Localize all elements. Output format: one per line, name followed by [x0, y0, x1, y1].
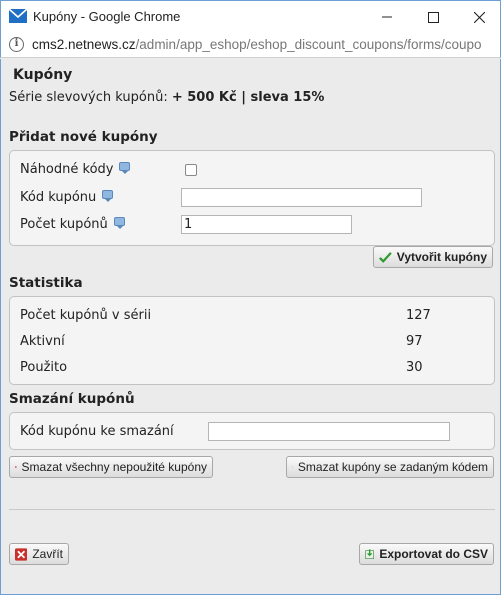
coupon-code-row: Kód kupónu: [20, 190, 114, 205]
stats-heading: Statistika: [9, 275, 83, 291]
stat-label: Použito: [20, 360, 68, 375]
footer-divider: [9, 509, 495, 510]
close-icon: [473, 11, 485, 23]
delete-by-code-button[interactable]: Smazat kupóny se zadaným kódem: [286, 456, 494, 478]
url-path: /admin/app_eshop/eshop_discount_coupons/…: [135, 37, 482, 52]
stats-panel: Počet kupónů v sérii 127 Aktivní 97 Použ…: [9, 296, 495, 385]
add-coupons-heading: Přidat nové kupóny: [9, 129, 158, 145]
delete-by-code-label: Smazat kupóny se zadaným kódem: [297, 460, 488, 474]
delete-unused-label: Smazat všechny nepoužité kupóny: [21, 460, 207, 474]
page-title: Kupóny: [13, 67, 73, 83]
series-label: Série slevových kupónů:: [9, 90, 172, 105]
no-entry-icon: [292, 466, 293, 468]
help-icon[interactable]: [119, 162, 131, 174]
help-icon[interactable]: [113, 217, 125, 229]
coupon-count-label: Počet kupónů: [20, 217, 108, 232]
export-icon: [365, 549, 374, 559]
close-button[interactable]: Zavřít: [9, 543, 69, 565]
info-icon[interactable]: i: [9, 37, 24, 52]
coupon-code-label: Kód kupónu: [20, 190, 97, 205]
minimize-button[interactable]: [364, 1, 410, 33]
close-x-icon: [15, 547, 28, 561]
checkmark-icon: [379, 251, 392, 263]
delete-unused-button[interactable]: Smazat všechny nepoužité kupóny: [9, 456, 213, 478]
close-label: Zavřít: [32, 547, 63, 561]
delete-panel: Kód kupónu ke smazání: [9, 412, 495, 450]
address-bar[interactable]: i cms2.netnews.cz/admin/app_eshop/eshop_…: [0, 32, 501, 58]
url-text[interactable]: cms2.netnews.cz/admin/app_eshop/eshop_di…: [32, 37, 482, 52]
delete-code-label: Kód kupónu ke smazání: [20, 424, 174, 439]
stat-value: 30: [406, 360, 423, 375]
series-value: + 500 Kč | sleva 15%: [171, 90, 325, 105]
minimize-icon: [382, 16, 392, 18]
help-icon[interactable]: [102, 190, 114, 202]
stat-label: Počet kupónů v sérii: [20, 308, 152, 323]
stat-value: 97: [406, 334, 423, 349]
add-coupons-panel: Náhodné kódy Kód kupónu Počet kupónů 1: [9, 150, 495, 246]
stat-label: Aktivní: [20, 334, 65, 349]
coupon-count-row: Počet kupónů: [20, 217, 125, 232]
maximize-icon: [427, 11, 439, 23]
create-coupons-label: Vytvořit kupóny: [396, 250, 487, 264]
coupon-count-input[interactable]: 1: [181, 215, 352, 234]
series-info: Série slevových kupónů: + 500 Kč | sleva…: [9, 90, 324, 105]
coupon-code-input[interactable]: [181, 188, 422, 207]
url-domain: cms2.netnews.cz: [32, 37, 136, 52]
app-icon: [9, 9, 27, 23]
close-window-button[interactable]: [456, 1, 501, 33]
create-coupons-button[interactable]: Vytvořit kupóny: [373, 246, 493, 268]
page-content: Kupóny Série slevových kupónů: + 500 Kč …: [0, 59, 501, 595]
random-codes-row: Náhodné kódy: [20, 162, 131, 177]
random-codes-checkbox[interactable]: [185, 164, 197, 176]
window-titlebar: Kupóny - Google Chrome: [0, 0, 501, 32]
maximize-button[interactable]: [410, 1, 456, 33]
stat-value: 127: [406, 308, 431, 323]
random-codes-label: Náhodné kódy: [20, 162, 114, 177]
export-csv-label: Exportovat do CSV: [379, 547, 488, 561]
delete-code-input[interactable]: [208, 422, 450, 441]
delete-x-icon: [15, 466, 17, 468]
window-title: Kupóny - Google Chrome: [33, 9, 181, 24]
export-csv-button[interactable]: Exportovat do CSV: [359, 543, 494, 565]
delete-heading: Smazání kupónů: [9, 391, 135, 407]
